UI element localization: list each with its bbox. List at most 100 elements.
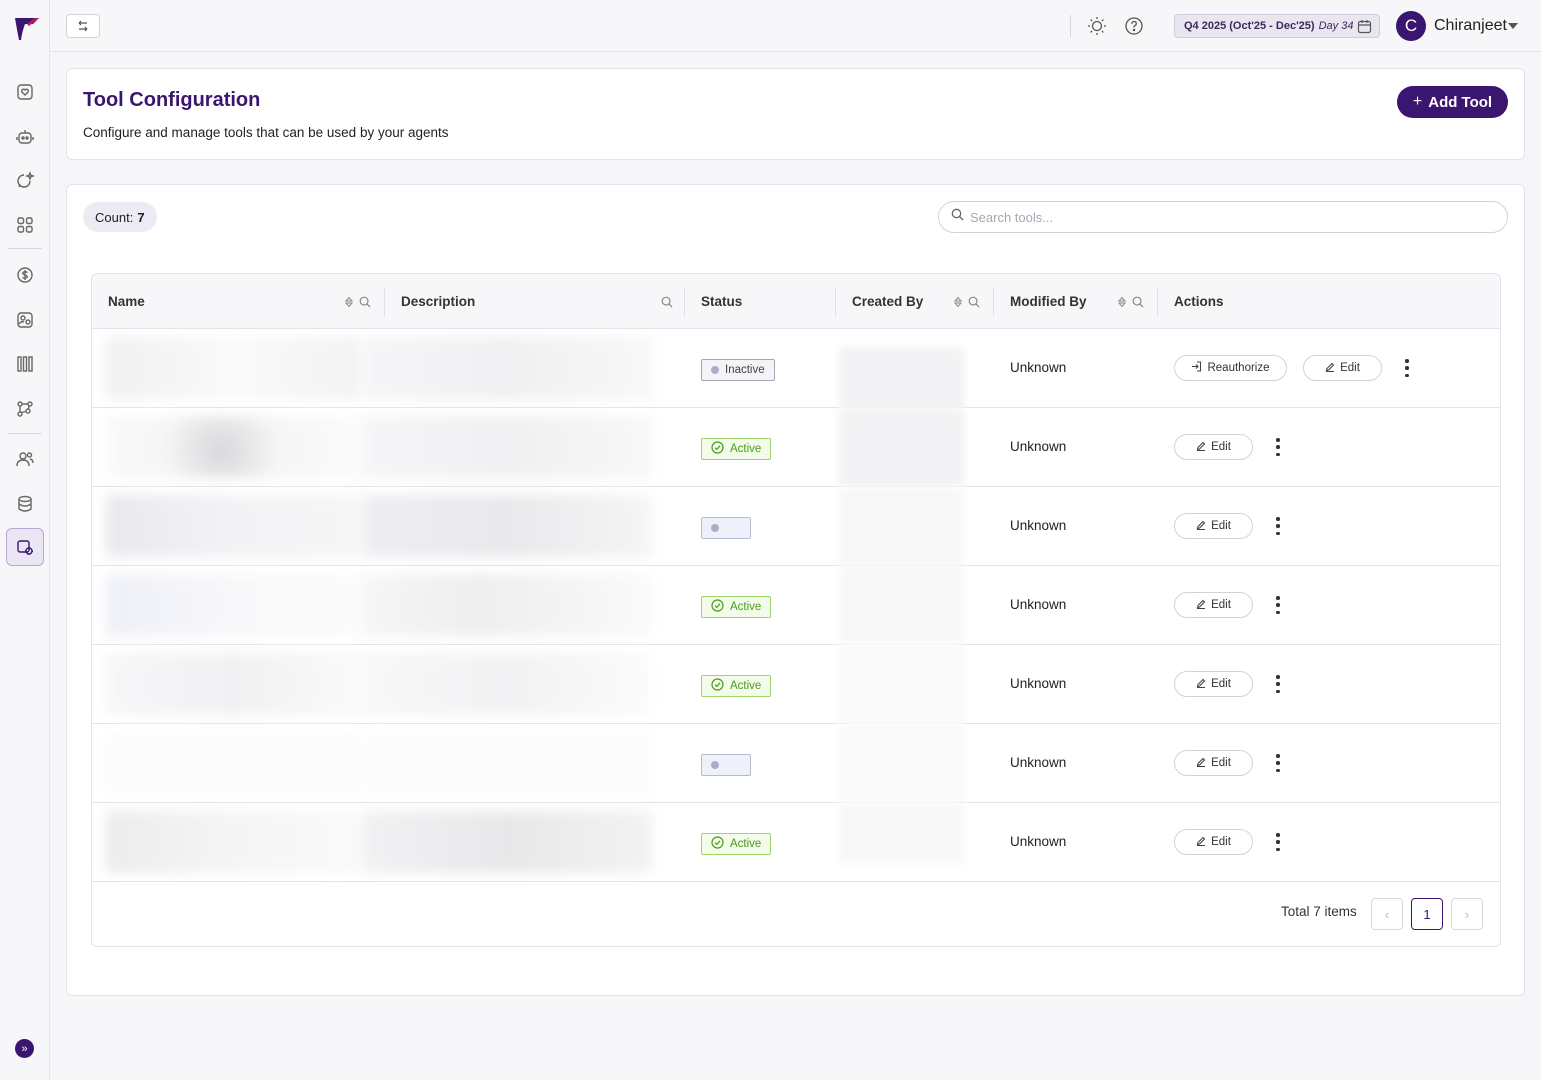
billing-dollar-icon[interactable] — [9, 259, 41, 291]
column-search-icon[interactable] — [968, 295, 980, 313]
theme-toggle-icon[interactable] — [1086, 15, 1108, 37]
edit-label: Edit — [1211, 441, 1231, 453]
pagination-total: Total 7 items — [1281, 904, 1357, 919]
redacted-name — [106, 811, 362, 873]
pencil-icon — [1196, 678, 1206, 691]
check-circle-icon — [711, 599, 724, 615]
count-value: 7 — [137, 209, 145, 225]
column-name[interactable]: Name — [108, 274, 145, 329]
status-badge: Active — [701, 438, 772, 460]
table-row: Active Unknown Edit — [92, 645, 1500, 724]
edit-button[interactable]: Edit — [1174, 434, 1253, 460]
edit-button[interactable]: Edit — [1174, 671, 1253, 697]
workflow-icon[interactable] — [9, 393, 41, 425]
redacted-description — [362, 653, 652, 715]
calendar-icon — [1357, 19, 1372, 37]
redacted-created-by — [839, 487, 964, 566]
status-badge: Active — [701, 833, 772, 855]
created-by-column-tools — [953, 295, 980, 313]
redacted-name — [106, 732, 362, 794]
column-created-by[interactable]: Created By — [852, 274, 923, 329]
user-name[interactable]: Chiranjeet — [1434, 17, 1507, 35]
edit-button[interactable]: Edit — [1174, 750, 1253, 776]
search-box[interactable] — [938, 201, 1508, 233]
redacted-description — [362, 574, 652, 636]
users-icon[interactable] — [9, 443, 41, 475]
sort-icon[interactable] — [1117, 295, 1127, 313]
chat-sparkle-icon[interactable] — [9, 165, 41, 197]
column-search-icon[interactable] — [359, 295, 371, 313]
quarter-label: Q4 2025 (Oct'25 - Dec'25) — [1184, 20, 1315, 32]
tool-config-icon[interactable] — [6, 528, 44, 566]
table-header: Name Description Status Created By Modif… — [92, 274, 1500, 329]
column-status: Status — [701, 294, 743, 309]
more-options-icon[interactable] — [1272, 831, 1284, 853]
quarter-selector[interactable]: Q4 2025 (Oct'25 - Dec'25) Day 34 — [1174, 14, 1380, 38]
more-options-icon[interactable] — [1272, 594, 1284, 616]
column-divider — [684, 288, 685, 316]
status-badge: Inactive — [701, 359, 775, 381]
edit-button[interactable]: Edit — [1303, 355, 1382, 381]
agent-robot-icon[interactable] — [9, 121, 41, 153]
search-input[interactable] — [970, 209, 1490, 225]
more-options-icon[interactable] — [1272, 673, 1284, 695]
redacted-created-by — [839, 724, 964, 803]
edit-button[interactable]: Edit — [1174, 513, 1253, 539]
status-badge: Active — [701, 596, 772, 618]
count-label: Count: — [95, 209, 134, 225]
library-icon[interactable] — [9, 348, 41, 380]
chevron-left-icon[interactable]: ‹ — [1371, 898, 1403, 930]
status-label: Active — [730, 680, 762, 692]
caret-down-icon[interactable] — [1508, 23, 1518, 29]
more-options-icon[interactable] — [1272, 515, 1284, 537]
sidebar: » — [0, 0, 50, 1080]
edit-label: Edit — [1211, 757, 1231, 769]
reauthorize-label: Reauthorize — [1207, 362, 1270, 374]
app-logo[interactable] — [13, 14, 41, 42]
topbar-divider — [1070, 15, 1071, 37]
status-label: Inactive — [725, 364, 765, 376]
edit-label: Edit — [1211, 520, 1231, 532]
avatar[interactable]: C — [1396, 11, 1426, 41]
name-column-tools — [344, 295, 371, 313]
search-icon — [951, 208, 964, 226]
sort-icon[interactable] — [953, 295, 963, 313]
status-dot-icon — [711, 761, 719, 769]
redacted-created-by — [839, 645, 964, 724]
help-icon[interactable] — [1123, 15, 1145, 37]
page-header: Tool Configuration Configure and manage … — [66, 68, 1525, 160]
reauthorize-button[interactable]: Reauthorize — [1174, 355, 1287, 381]
status-label: Active — [730, 838, 762, 850]
add-tool-label: Add Tool — [1428, 93, 1493, 111]
edit-button[interactable]: Edit — [1174, 829, 1253, 855]
chevron-right-icon[interactable]: › — [1451, 898, 1483, 930]
expand-sidebar-icon[interactable]: » — [15, 1039, 34, 1058]
swap-arrows-icon[interactable] — [66, 14, 100, 38]
pencil-icon — [1196, 599, 1206, 612]
table-row: Active Unknown Edit — [92, 566, 1500, 645]
pencil-icon — [1196, 836, 1206, 849]
description-column-tools — [661, 295, 673, 313]
edit-button[interactable]: Edit — [1174, 592, 1253, 618]
database-icon[interactable] — [9, 488, 41, 520]
column-actions: Actions — [1174, 294, 1224, 309]
modified-by: Unknown — [1010, 360, 1067, 375]
page-number[interactable]: 1 — [1411, 898, 1443, 930]
add-tool-button[interactable]: + Add Tool — [1397, 86, 1508, 118]
modified-by: Unknown — [1010, 834, 1067, 849]
redacted-description — [362, 811, 652, 873]
sidebar-divider — [8, 433, 42, 434]
column-divider — [384, 288, 385, 316]
more-options-icon[interactable] — [1272, 436, 1284, 458]
column-search-icon[interactable] — [661, 295, 673, 313]
apps-grid-icon[interactable] — [9, 209, 41, 241]
sort-icon[interactable] — [344, 295, 354, 313]
redacted-created-by — [839, 566, 964, 645]
teams-icon[interactable] — [9, 304, 41, 336]
column-modified-by[interactable]: Modified By — [1010, 274, 1087, 329]
more-options-icon[interactable] — [1401, 357, 1413, 379]
more-options-icon[interactable] — [1272, 752, 1284, 774]
favorites-icon[interactable] — [9, 76, 41, 108]
redacted-name — [106, 416, 362, 478]
column-search-icon[interactable] — [1132, 295, 1144, 313]
